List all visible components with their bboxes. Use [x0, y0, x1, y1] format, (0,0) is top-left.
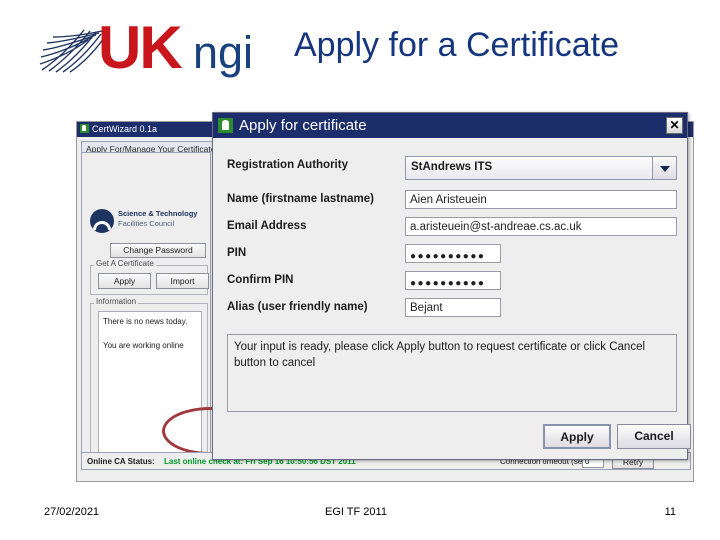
dialog-status-message: Your input is ready, please click Apply …: [227, 334, 677, 412]
footer-event: EGI TF 2011: [325, 506, 387, 518]
pin-label: PIN: [227, 247, 247, 259]
registration-authority-label: Registration Authority: [227, 159, 348, 171]
information-line-2: You are working online: [103, 341, 184, 350]
dialog-button-bar: Apply Cancel: [227, 424, 691, 449]
information-line-1: There is no news today.: [103, 317, 188, 326]
form-row-registration-authority: Registration Authority StAndrews ITS: [227, 156, 677, 180]
dialog-title: Apply for certificate: [239, 117, 367, 134]
email-input[interactable]: a.aristeuein@st-andreae.cs.ac.uk: [405, 217, 677, 236]
dialog-titlebar: Apply for certificate ✕: [213, 113, 687, 138]
app-content-panel: Science & Technology Facilities Council …: [81, 152, 258, 470]
close-icon[interactable]: ✕: [666, 117, 683, 134]
stfc-logo-line2: Facilities Council: [118, 219, 175, 228]
form-row-name: Name (firstname lastname) Aien Aristeuei…: [227, 190, 677, 212]
stfc-logo: Science & Technology Facilities Council: [90, 208, 208, 234]
chevron-down-icon[interactable]: [652, 157, 676, 179]
slide-footer: 27/02/2021 EGI TF 2011 11: [0, 506, 720, 528]
form-row-pin: PIN ●●●●●●●●●●: [227, 244, 677, 266]
footer-page-number: 11: [664, 506, 676, 518]
confirm-pin-input[interactable]: ●●●●●●●●●●: [405, 271, 501, 290]
dialog-apply-button[interactable]: Apply: [543, 424, 611, 449]
java-app-icon: [80, 124, 89, 133]
stfc-roundel-icon: [90, 209, 114, 233]
dialog-cancel-button[interactable]: Cancel: [617, 424, 691, 449]
alias-input[interactable]: Bejant: [405, 298, 501, 317]
uk-ngi-logo: UK ngi: [38, 18, 268, 80]
mesh-grid-icon: [39, 29, 105, 73]
slide-header: UK ngi Apply for a Certificate: [0, 0, 720, 96]
logo-text-uk: UK: [98, 14, 183, 81]
dialog-form: Registration Authority StAndrews ITS Nam…: [213, 138, 691, 461]
import-button[interactable]: Import: [156, 273, 209, 289]
apply-button[interactable]: Apply: [98, 273, 151, 289]
logo-text-ngi: ngi: [193, 27, 254, 78]
registration-authority-select[interactable]: StAndrews ITS: [405, 156, 677, 180]
alias-label: Alias (user friendly name): [227, 301, 368, 313]
information-group-label: Information: [94, 297, 139, 306]
online-ca-status-label: Online CA Status:: [87, 457, 155, 466]
confirm-pin-label: Confirm PIN: [227, 274, 294, 286]
change-password-button[interactable]: Change Password: [110, 243, 206, 258]
form-row-email: Email Address a.aristeuein@st-andreae.cs…: [227, 217, 677, 239]
registration-authority-value: StAndrews ITS: [411, 161, 493, 173]
java-app-icon: [218, 118, 233, 133]
form-row-alias: Alias (user friendly name) Bejant: [227, 298, 677, 320]
app-window-title: CertWizard 0.1a: [92, 124, 158, 134]
page-title: Apply for a Certificate: [294, 26, 620, 64]
name-label: Name (firstname lastname): [227, 193, 374, 205]
pin-input[interactable]: ●●●●●●●●●●: [405, 244, 501, 263]
get-certificate-group-label: Get A Certificate: [94, 259, 156, 268]
name-input[interactable]: Aien Aristeuein: [405, 190, 677, 209]
apply-for-certificate-dialog: Apply for certificate ✕ Registration Aut…: [212, 112, 691, 461]
form-row-confirm-pin: Confirm PIN ●●●●●●●●●●: [227, 271, 677, 293]
stfc-logo-line1: Science & Technology: [118, 209, 198, 218]
email-label: Email Address: [227, 220, 307, 232]
footer-date: 27/02/2021: [44, 506, 100, 518]
